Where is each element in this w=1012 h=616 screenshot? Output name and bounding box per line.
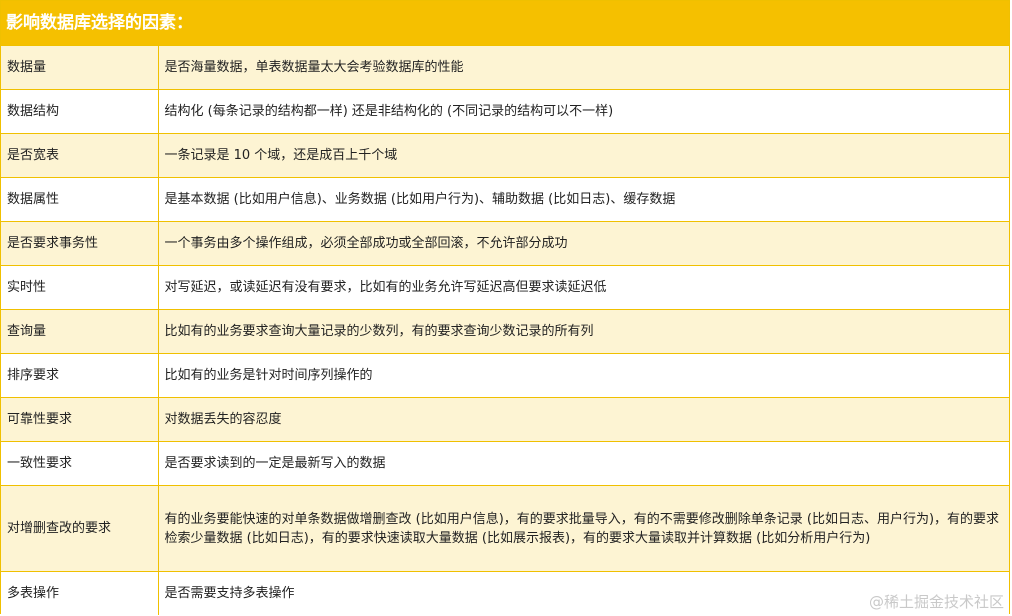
table-row: 查询量 比如有的业务要求查询大量记录的少数列，有的要求查询少数记录的所有列 bbox=[1, 309, 1009, 354]
description-cell: 一条记录是 10 个域，还是成百上千个域 bbox=[158, 133, 1009, 178]
factor-cell: 是否要求事务性 bbox=[1, 221, 159, 266]
factor-cell: 数据结构 bbox=[1, 89, 159, 134]
description-cell: 比如有的业务是针对时间序列操作的 bbox=[158, 353, 1009, 398]
factor-cell: 对增删查改的要求 bbox=[1, 485, 159, 572]
description-cell: 有的业务要能快速的对单条数据做增删查改 (比如用户信息)，有的要求批量导入，有的… bbox=[158, 485, 1009, 572]
description-cell: 是否要求读到的一定是最新写入的数据 bbox=[158, 441, 1009, 486]
description-cell: 一个事务由多个操作组成，必须全部成功或全部回滚，不允许部分成功 bbox=[158, 221, 1009, 266]
factor-cell: 一致性要求 bbox=[1, 441, 159, 486]
factor-cell: 多表操作 bbox=[1, 571, 159, 615]
factor-cell: 是否宽表 bbox=[1, 133, 159, 178]
description-cell: 对写延迟，或读延迟有没有要求，比如有的业务允许写延迟高但要求读延迟低 bbox=[158, 265, 1009, 310]
factor-cell: 可靠性要求 bbox=[1, 397, 159, 442]
table-row: 实时性 对写延迟，或读延迟有没有要求，比如有的业务允许写延迟高但要求读延迟低 bbox=[1, 265, 1009, 310]
factor-cell: 排序要求 bbox=[1, 353, 159, 398]
watermark: @稀土掘金技术社区 bbox=[868, 593, 1004, 611]
table-title: 影响数据库选择的因素： bbox=[1, 1, 1009, 45]
table-row: 多表操作 是否需要支持多表操作 bbox=[1, 571, 1009, 615]
table-row: 对增删查改的要求 有的业务要能快速的对单条数据做增删查改 (比如用户信息)，有的… bbox=[1, 485, 1009, 572]
factors-table: 影响数据库选择的因素： 数据量 是否海量数据，单表数据量太大会考验数据库的性能 … bbox=[0, 0, 1010, 615]
table-row: 数据结构 结构化 (每条记录的结构都一样) 还是非结构化的 (不同记录的结构可以… bbox=[1, 89, 1009, 134]
factor-cell: 数据属性 bbox=[1, 177, 159, 222]
description-cell: 是基本数据 (比如用户信息)、业务数据 (比如用户行为)、辅助数据 (比如日志)… bbox=[158, 177, 1009, 222]
table-row: 可靠性要求 对数据丢失的容忍度 bbox=[1, 397, 1009, 442]
factor-cell: 数据量 bbox=[1, 45, 159, 90]
table-row: 一致性要求 是否要求读到的一定是最新写入的数据 bbox=[1, 441, 1009, 486]
table-row: 数据量 是否海量数据，单表数据量太大会考验数据库的性能 bbox=[1, 45, 1009, 90]
factor-cell: 查询量 bbox=[1, 309, 159, 354]
factor-cell: 实时性 bbox=[1, 265, 159, 310]
table-row: 排序要求 比如有的业务是针对时间序列操作的 bbox=[1, 353, 1009, 398]
description-cell: 比如有的业务要求查询大量记录的少数列，有的要求查询少数记录的所有列 bbox=[158, 309, 1009, 354]
description-cell: 对数据丢失的容忍度 bbox=[158, 397, 1009, 442]
factors-grid: 数据量 是否海量数据，单表数据量太大会考验数据库的性能 数据结构 结构化 (每条… bbox=[1, 45, 1009, 615]
table-row: 是否要求事务性 一个事务由多个操作组成，必须全部成功或全部回滚，不允许部分成功 bbox=[1, 221, 1009, 266]
description-cell: 是否海量数据，单表数据量太大会考验数据库的性能 bbox=[158, 45, 1009, 90]
table-row: 数据属性 是基本数据 (比如用户信息)、业务数据 (比如用户行为)、辅助数据 (… bbox=[1, 177, 1009, 222]
table-row: 是否宽表 一条记录是 10 个域，还是成百上千个域 bbox=[1, 133, 1009, 178]
description-cell: 结构化 (每条记录的结构都一样) 还是非结构化的 (不同记录的结构可以不一样) bbox=[158, 89, 1009, 134]
